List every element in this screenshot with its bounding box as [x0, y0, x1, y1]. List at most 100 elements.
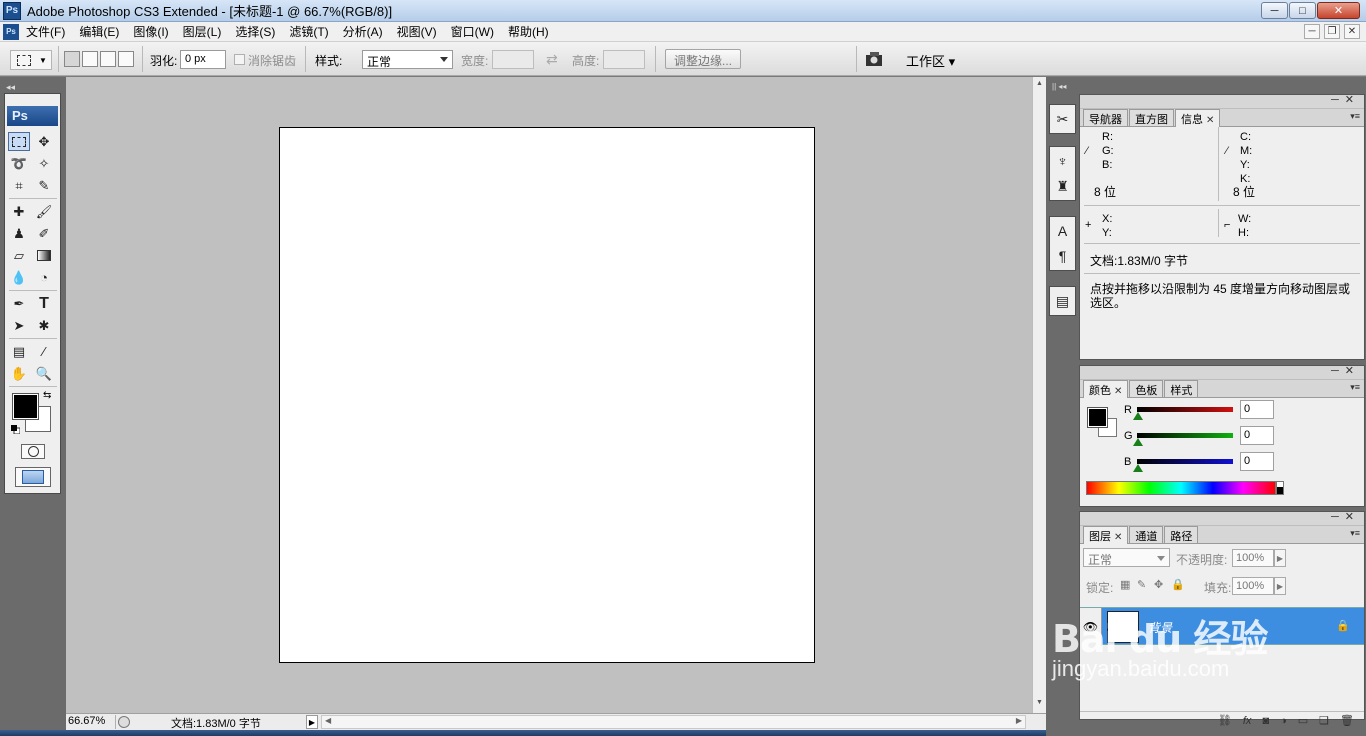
dock-collapse-icon[interactable]: || ◂◂ [1052, 82, 1066, 91]
tab-histogram[interactable]: 直方图 [1129, 109, 1174, 126]
close-button[interactable]: ✕ [1317, 2, 1360, 19]
document-canvas[interactable] [279, 127, 815, 663]
doc-close-button[interactable]: ✕ [1344, 24, 1360, 39]
feather-input[interactable]: 0 px [180, 50, 226, 69]
zoom-level-field[interactable]: 66.67% [66, 715, 116, 729]
crop-tool-icon[interactable]: ⌗ [8, 176, 30, 195]
mask-icon[interactable]: ◙ [1262, 715, 1269, 727]
lock-position-icon[interactable]: ✥ [1154, 578, 1163, 591]
layer-comps-icon[interactable]: ▤ [1051, 290, 1074, 312]
b-slider-track[interactable] [1137, 459, 1233, 464]
close-tab-icon[interactable]: ✕ [1206, 115, 1214, 126]
gradient-tool-icon[interactable] [33, 246, 55, 265]
panel-menu-icon[interactable]: ▾≡ [1350, 111, 1360, 122]
menu-help[interactable]: 帮助(H) [501, 23, 556, 40]
panel-menu-icon[interactable]: ▾≡ [1350, 528, 1360, 539]
style-select[interactable]: 正常 [362, 50, 453, 69]
g-slider-knob[interactable] [1133, 438, 1143, 446]
minimize-button[interactable]: ─ [1261, 2, 1288, 19]
toolbox-collapse-icon[interactable]: ◂◂ [6, 82, 15, 93]
swap-dimensions-icon[interactable]: ⇄ [546, 51, 558, 68]
move-tool-icon[interactable]: ✥ [33, 132, 55, 151]
panel-window-controls[interactable]: ─✕ [1331, 364, 1360, 377]
lasso-tool-icon[interactable]: ➰ [8, 154, 30, 173]
default-colors-icon[interactable] [11, 425, 20, 434]
zoom-tool-icon[interactable]: 🔍 [33, 364, 55, 383]
menu-select[interactable]: 选择(S) [228, 23, 282, 40]
r-slider-track[interactable] [1137, 407, 1233, 412]
cmyk-eyedropper-icon[interactable]: ⁄ [1226, 145, 1228, 157]
r-value-input[interactable]: 0 [1240, 400, 1274, 419]
menu-view[interactable]: 视图(V) [390, 23, 444, 40]
character-icon[interactable]: A [1051, 220, 1074, 242]
black-white-ramp[interactable] [1276, 481, 1284, 495]
clone-source-icon[interactable]: ♜ [1051, 175, 1074, 197]
marquee-tool-icon[interactable] [8, 132, 30, 151]
g-slider-track[interactable] [1137, 433, 1233, 438]
scroll-left-icon[interactable]: ◀ [325, 716, 331, 725]
document-workspace[interactable] [66, 77, 1032, 713]
menu-image[interactable]: 图像(I) [126, 23, 175, 40]
b-slider-knob[interactable] [1133, 464, 1143, 472]
notes-tool-icon[interactable]: ▤ [8, 342, 30, 361]
close-tab-icon[interactable]: ✕ [1114, 386, 1122, 397]
tab-swatches[interactable]: 色板 [1129, 380, 1164, 397]
screen-mode-button[interactable] [15, 467, 51, 487]
b-value-input[interactable]: 0 [1240, 452, 1274, 471]
scroll-right-icon[interactable]: ▶ [1016, 716, 1022, 725]
dodge-tool-icon[interactable]: ◔ [33, 268, 55, 287]
subtract-selection-button[interactable] [100, 51, 116, 67]
panel-window-controls[interactable]: ─✕ [1331, 510, 1360, 523]
eyedropper-tool-icon[interactable]: ⁄ [33, 342, 55, 361]
tab-info[interactable]: 信息 ✕ [1175, 109, 1221, 127]
tab-layers[interactable]: 图层 ✕ [1083, 526, 1129, 544]
close-tab-icon[interactable]: ✕ [1114, 532, 1122, 543]
width-input[interactable] [492, 50, 534, 69]
status-info-icon[interactable] [118, 716, 130, 728]
rgb-eyedropper-icon[interactable]: ⁄ [1086, 145, 1088, 157]
bridge-icon[interactable] [864, 50, 886, 68]
tab-navigator[interactable]: 导航器 [1083, 109, 1128, 126]
menu-analysis[interactable]: 分析(A) [336, 23, 390, 40]
panel-window-controls[interactable]: ─✕ [1331, 93, 1360, 106]
antialias-checkbox[interactable] [234, 54, 245, 65]
tool-preset-picker[interactable]: ▼ [10, 50, 52, 70]
lock-pixels-icon[interactable]: ✎ [1137, 578, 1146, 591]
scroll-up-icon[interactable]: ▲ [1036, 80, 1043, 87]
tab-color[interactable]: 颜色 ✕ [1083, 380, 1129, 398]
paragraph-icon[interactable]: ¶ [1051, 245, 1074, 267]
g-value-input[interactable]: 0 [1240, 426, 1274, 445]
tab-channels[interactable]: 通道 [1129, 526, 1164, 543]
menu-window[interactable]: 窗口(W) [444, 23, 501, 40]
menu-filter[interactable]: 滤镜(T) [282, 23, 335, 40]
menu-layer[interactable]: 图层(L) [176, 23, 229, 40]
blend-mode-select[interactable]: 正常 [1083, 548, 1170, 567]
slice-tool-icon[interactable]: ✎ [33, 176, 55, 195]
fill-input[interactable]: 100% [1232, 577, 1274, 595]
hand-tool-icon[interactable]: ✋ [8, 364, 30, 383]
color-foreground-swatch[interactable] [1087, 407, 1108, 428]
fx-icon[interactable]: fx [1243, 715, 1252, 727]
eraser-tool-icon[interactable]: ▱ [8, 246, 30, 265]
r-slider-knob[interactable] [1133, 412, 1143, 420]
menu-file[interactable]: 文件(F) [19, 23, 72, 40]
fill-arrow-icon[interactable]: ▶ [1274, 577, 1286, 595]
vertical-scrollbar[interactable]: ▲ ▼ [1032, 77, 1046, 713]
link-icon[interactable]: ⛓ [1218, 714, 1232, 727]
tab-paths[interactable]: 路径 [1164, 526, 1199, 543]
healing-brush-tool-icon[interactable]: ✚ [8, 202, 30, 221]
opacity-arrow-icon[interactable]: ▶ [1274, 549, 1286, 567]
foreground-color-swatch[interactable] [12, 393, 39, 420]
lock-all-icon[interactable]: 🔒 [1171, 578, 1185, 591]
tab-styles[interactable]: 样式 [1164, 380, 1199, 397]
group-icon[interactable]: ▭ [1298, 714, 1308, 727]
add-selection-button[interactable] [82, 51, 98, 67]
pen-tool-icon[interactable]: ✒ [8, 294, 30, 313]
panel-menu-icon[interactable]: ▾≡ [1350, 382, 1360, 393]
color-spectrum-bar[interactable] [1086, 481, 1276, 495]
doc-restore-button[interactable]: ❐ [1324, 24, 1340, 39]
status-menu-arrow-icon[interactable]: ▶ [306, 715, 318, 729]
type-tool-icon[interactable]: T [33, 294, 55, 313]
maximize-button[interactable]: □ [1289, 2, 1316, 19]
doc-minimize-button[interactable]: ─ [1304, 24, 1320, 39]
